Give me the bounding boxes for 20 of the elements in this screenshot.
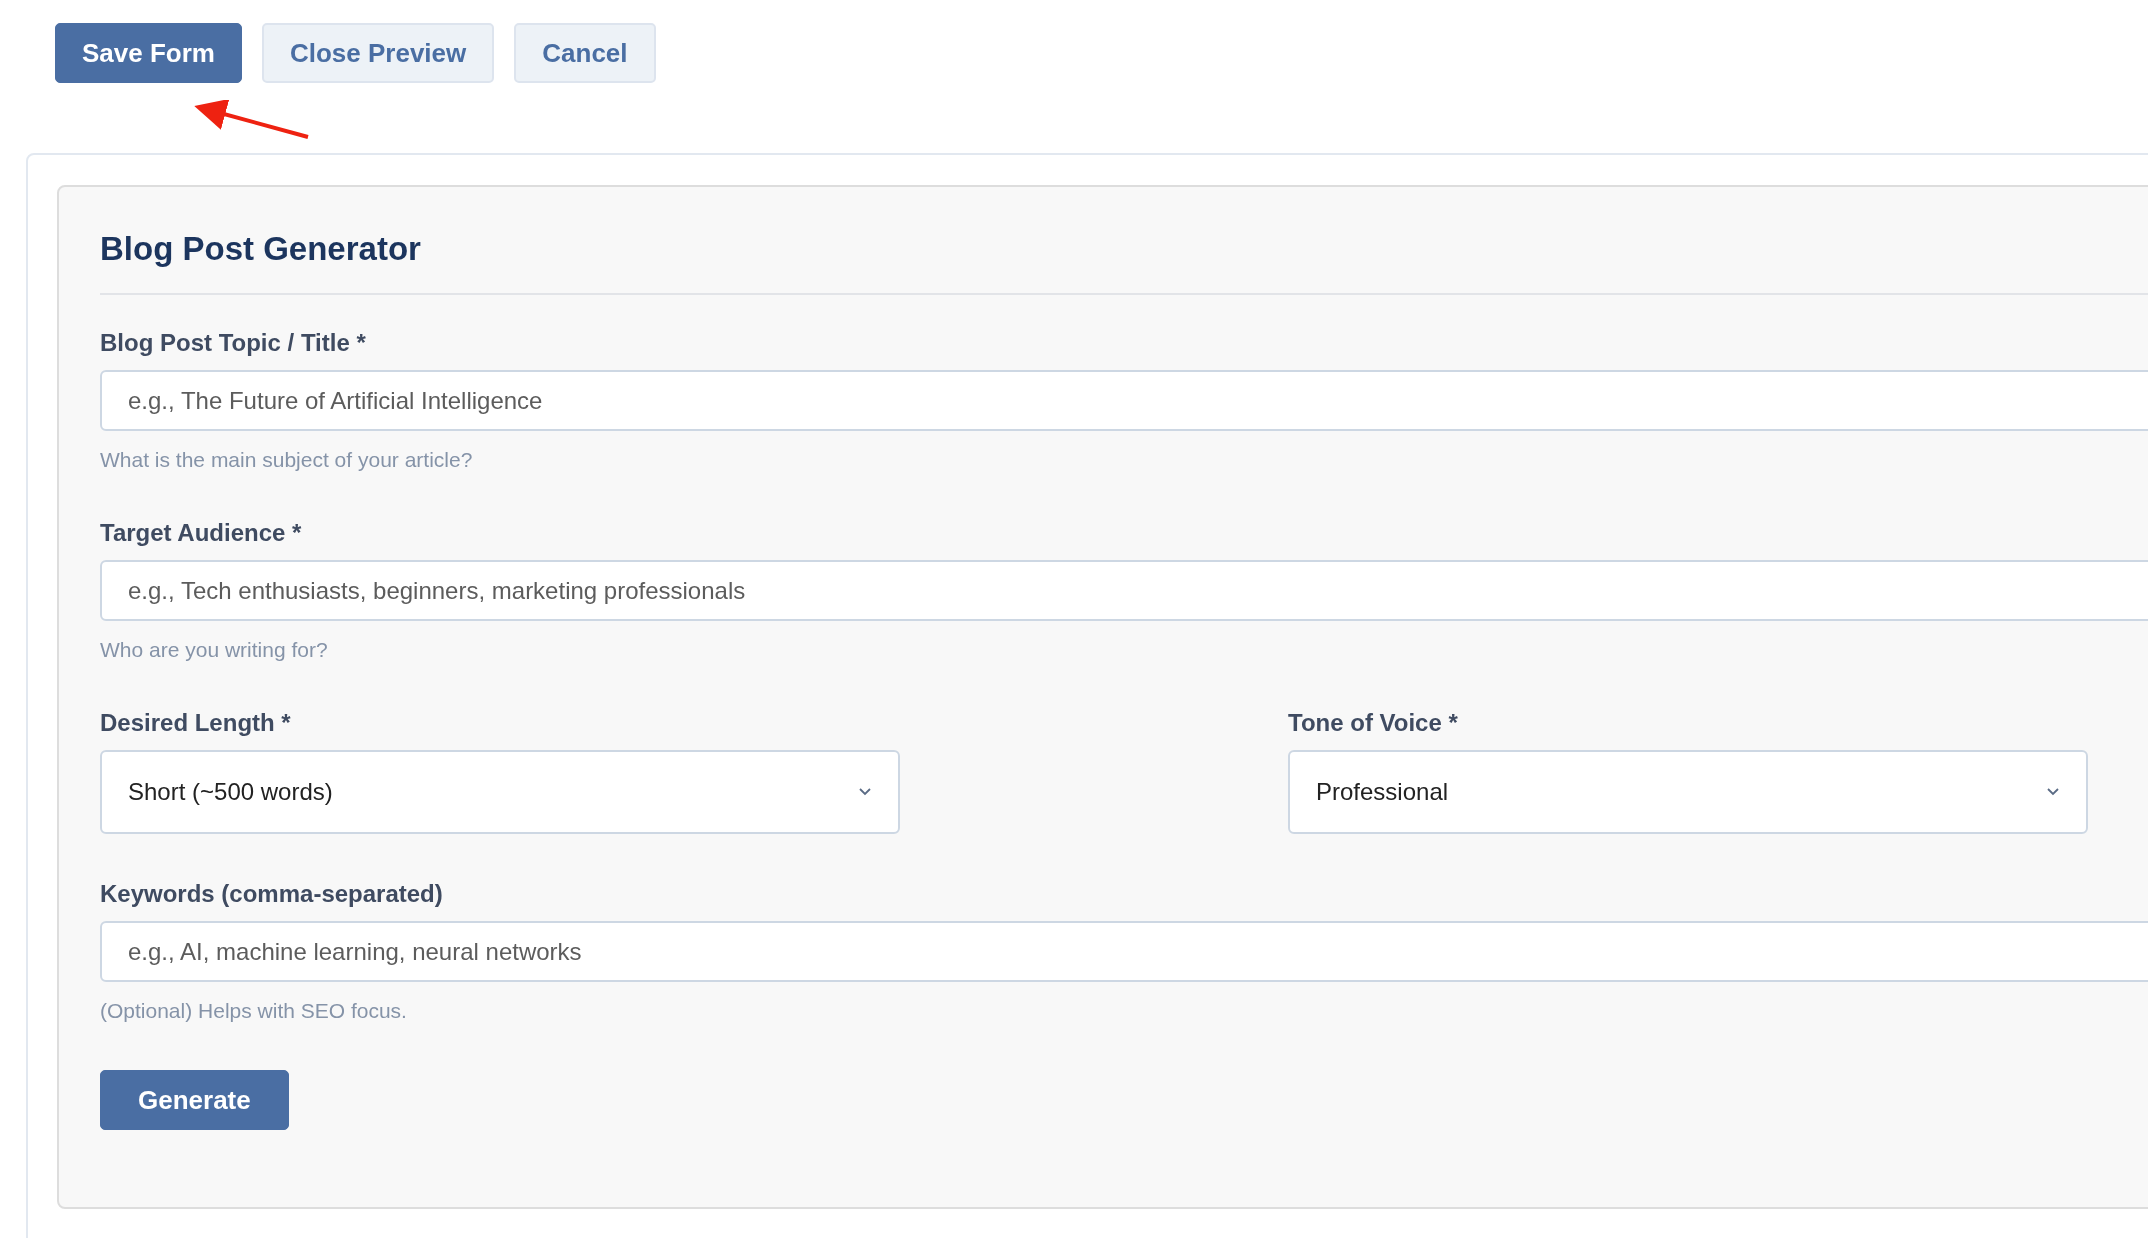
text-input-field[interactable]: e.g., Tech enthusiasts, beginners, marketing professionals	[100, 560, 2148, 621]
generate-button[interactable]: Generate	[100, 1070, 289, 1130]
secondary-button[interactable]: Close Preview	[261, 23, 495, 83]
field-label: Desired Length *	[100, 709, 292, 737]
text-input-field[interactable]: e.g., The Future of Artificial Intelligence	[100, 370, 2148, 431]
chevron-down-icon	[858, 787, 872, 797]
field-label: Keywords (comma-separated)	[100, 880, 444, 908]
help-text: What is the main subject of your article?	[100, 448, 474, 472]
field-label: Blog Post Topic / Title *	[100, 329, 367, 357]
chevron-down-icon	[2046, 787, 2060, 797]
field-label: Tone of Voice *	[1288, 709, 1459, 737]
secondary-button[interactable]: Cancel	[514, 23, 656, 83]
text-input-field[interactable]: e.g., AI, machine learning, neural networks	[100, 921, 2148, 982]
help-text: (Optional) Helps with SEO focus.	[100, 999, 408, 1023]
dropdown-select[interactable]: Professional	[1288, 750, 2088, 834]
primary-button[interactable]: Save Form	[55, 23, 242, 83]
dropdown-select[interactable]: Short (~500 words)	[100, 750, 900, 834]
field-label: Target Audience *	[100, 519, 303, 547]
form-title: Blog Post Generator	[100, 229, 421, 268]
help-text: Who are you writing for?	[100, 638, 329, 662]
